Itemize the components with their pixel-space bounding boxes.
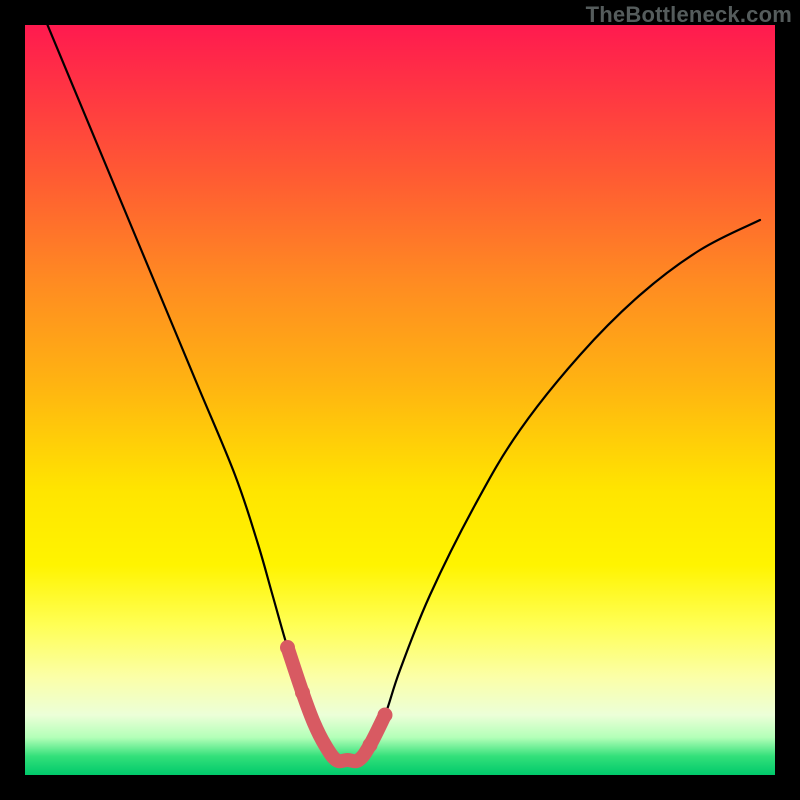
chart-frame: TheBottleneck.com (0, 0, 800, 800)
bottleneck-curve (48, 25, 761, 761)
valley-dot (363, 738, 378, 753)
valley-dot (378, 708, 393, 723)
valley-dot (295, 685, 310, 700)
valley-dot (280, 640, 295, 655)
plot-area (25, 25, 775, 775)
curve-layer (25, 25, 775, 775)
